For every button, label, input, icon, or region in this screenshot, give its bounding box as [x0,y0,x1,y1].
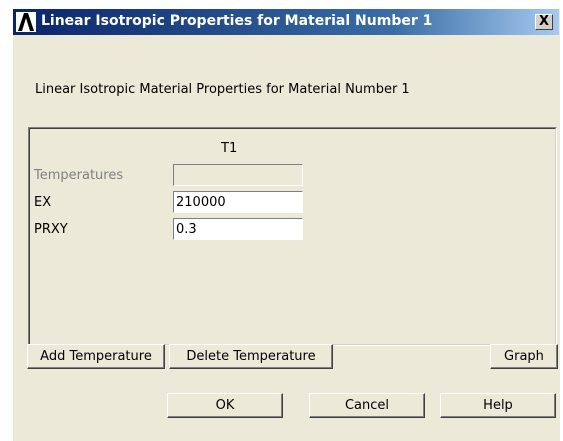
dialog-heading: Linear Isotropic Material Properties for… [35,82,410,97]
row-label-temperatures: Temperatures [34,168,124,183]
help-button[interactable]: Help [440,393,556,418]
row-label-ex: EX [34,195,52,210]
material-properties-dialog: Linear Isotropic Properties for Material… [12,8,560,441]
add-temperature-button[interactable]: Add Temperature [27,344,165,369]
title-bar[interactable]: Linear Isotropic Properties for Material… [13,9,559,35]
delete-temperature-button[interactable]: Delete Temperature [169,344,333,369]
cancel-button[interactable]: Cancel [309,393,425,418]
close-icon[interactable]: X [535,14,553,30]
column-header-t1: T1 [221,141,238,156]
temperatures-input [173,164,303,186]
ex-input[interactable] [173,191,303,213]
window-title: Linear Isotropic Properties for Material… [41,13,433,29]
graph-button[interactable]: Graph [490,344,558,369]
prxy-input[interactable] [173,218,303,240]
ok-button[interactable]: OK [167,393,283,418]
ansys-logo-icon [16,12,36,32]
row-label-prxy: PRXY [34,222,68,237]
